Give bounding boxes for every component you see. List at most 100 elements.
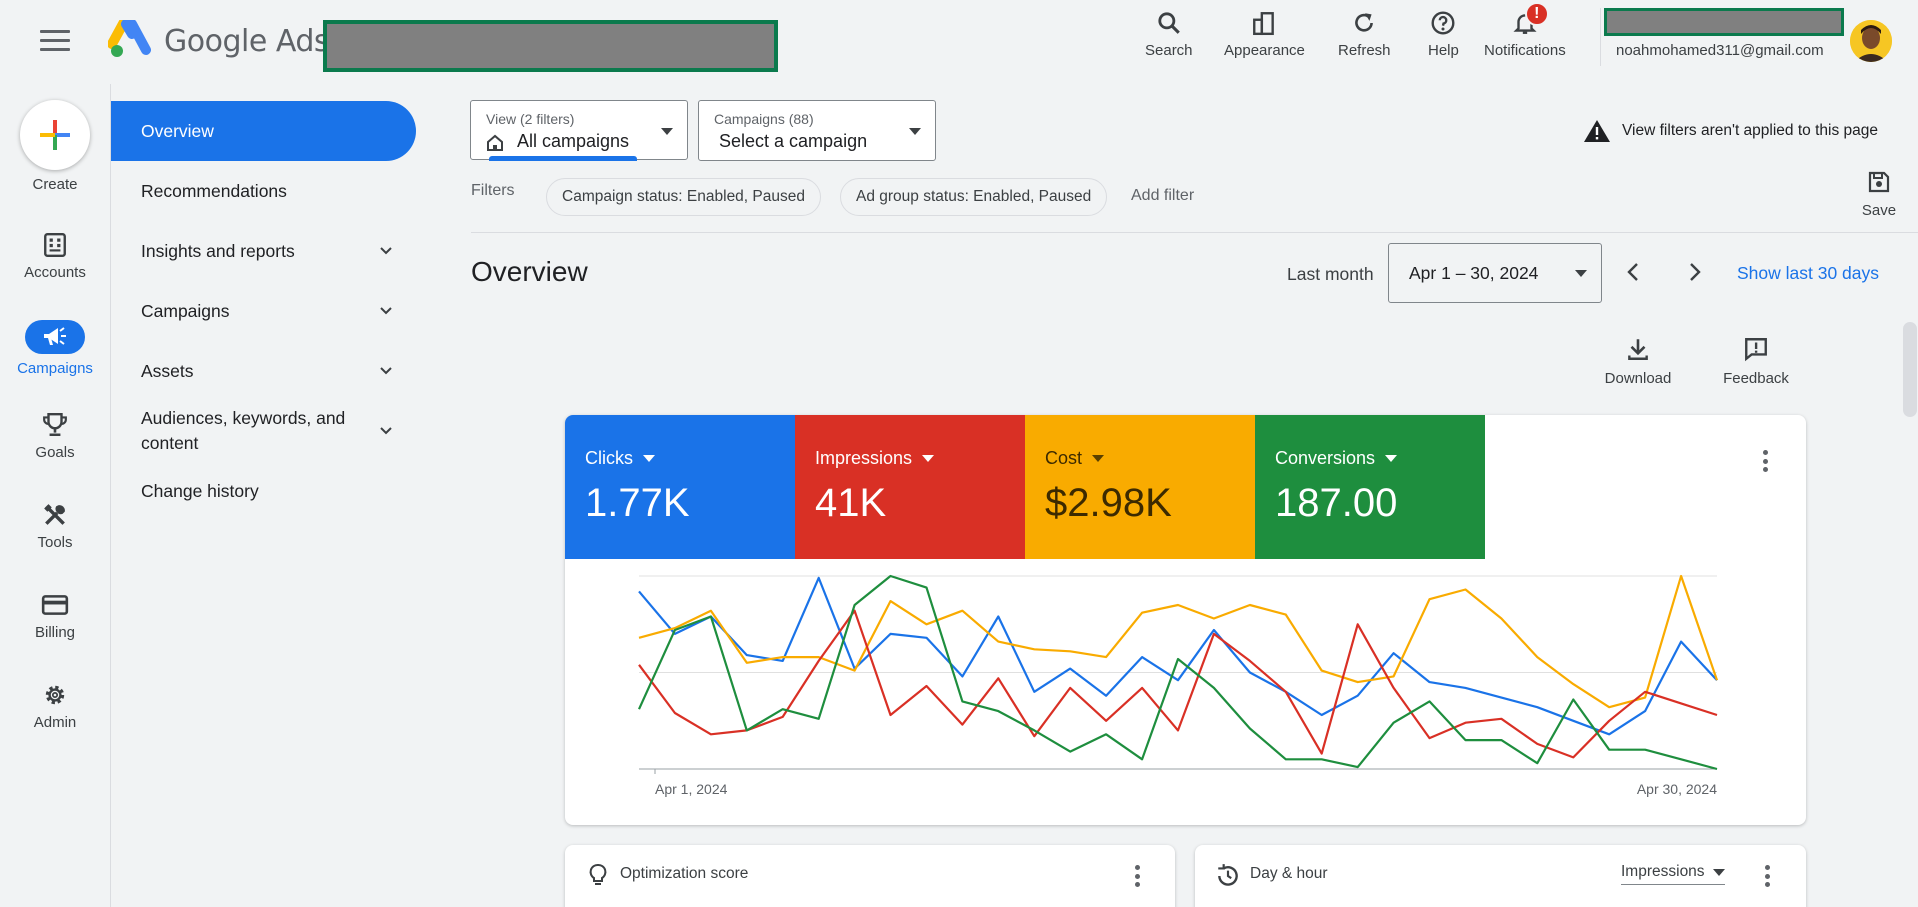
chevron-down-icon — [380, 307, 392, 315]
redacted-account-id — [1604, 8, 1844, 36]
nav-overview-label: Overview — [141, 120, 214, 141]
date-caret-icon — [1575, 270, 1587, 277]
next-period-icon[interactable] — [1682, 260, 1706, 284]
main-menu-button[interactable] — [40, 30, 70, 52]
date-range-picker[interactable]: Apr 1 – 30, 2024 — [1388, 243, 1602, 303]
nav-change-history-label: Change history — [141, 480, 259, 501]
view-active-indicator — [489, 156, 637, 161]
metric-tile-cost[interactable]: Cost $2.98K — [1025, 415, 1255, 559]
rail-goals[interactable]: Goals — [0, 412, 110, 461]
clicks-label: Clicks — [585, 448, 655, 469]
day-hour-card[interactable]: Day & hour Impressions — [1195, 845, 1806, 907]
page-title: Overview — [471, 256, 588, 287]
megaphone-icon — [44, 327, 66, 345]
nav-overview[interactable]: Overview — [111, 101, 416, 161]
clock-history-icon — [1218, 864, 1238, 886]
clicks-label-text: Clicks — [585, 448, 633, 468]
search-label: Search — [1145, 42, 1193, 59]
filter-chip-campaign-status[interactable]: Campaign status: Enabled, Paused — [546, 178, 821, 216]
metric-tile-impressions[interactable]: Impressions 41K — [795, 415, 1025, 559]
x-axis-start-label: Apr 1, 2024 — [655, 781, 728, 797]
nav-change-history[interactable]: Change history — [111, 476, 416, 506]
cost-value: $2.98K — [1045, 481, 1172, 525]
help-button[interactable]: Help — [1428, 10, 1459, 68]
metric-tile-clicks[interactable]: Clicks 1.77K — [565, 415, 795, 559]
day-hour-caret-icon — [1712, 868, 1725, 876]
create-plus — [20, 100, 90, 170]
nav-recommendations[interactable]: Recommendations — [111, 176, 416, 206]
overview-line-chart: Apr 1, 2024 Apr 30, 2024 — [637, 574, 1719, 797]
rail-admin[interactable]: Admin — [0, 682, 110, 731]
cost-caret-icon — [1092, 455, 1105, 462]
rail-billing[interactable]: Billing — [0, 592, 110, 641]
filters-divider — [471, 232, 1918, 233]
top-header: Google Ads Search Appearance Refresh Hel… — [0, 0, 1918, 82]
overview-chart-card: Clicks 1.77K Impressions 41K Cost $2.98K… — [565, 415, 1806, 825]
clicks-value: 1.77K — [585, 481, 690, 525]
help-icon — [1431, 11, 1455, 35]
filter-chip-adgroup-status[interactable]: Ad group status: Enabled, Paused — [840, 178, 1108, 216]
nav-campaigns[interactable]: Campaigns — [111, 296, 416, 326]
appearance-label: Appearance — [1224, 42, 1305, 59]
refresh-label: Refresh — [1338, 42, 1391, 59]
save-label: Save — [1861, 202, 1897, 219]
refresh-button[interactable]: Refresh — [1338, 10, 1391, 68]
rail-campaigns[interactable]: Campaigns — [0, 320, 110, 377]
redacted-account-name — [323, 20, 778, 72]
x-axis-end-label: Apr 30, 2024 — [1637, 781, 1717, 797]
optimization-more-options-icon[interactable] — [1135, 865, 1141, 887]
download-button[interactable]: Download — [1598, 336, 1678, 387]
rail-accounts[interactable]: Accounts — [0, 232, 110, 281]
view-filter-select[interactable]: View (2 filters) All campaigns — [470, 100, 688, 161]
search-button[interactable]: Search — [1145, 10, 1193, 68]
day-hour-metric-value: Impressions — [1621, 863, 1705, 880]
impressions-label-text: Impressions — [815, 448, 913, 468]
series-line-2[interactable] — [638, 609, 1718, 759]
nav-audiences[interactable]: Audiences, keywords, and content — [111, 404, 416, 458]
add-filter-button[interactable]: Add filter — [1131, 187, 1194, 205]
notifications-button[interactable]: ! Notifications — [1484, 2, 1566, 68]
show-last-30-days-link[interactable]: Show last 30 days — [1737, 263, 1879, 284]
account-email[interactable]: noahmohamed311@gmail.com — [1616, 42, 1824, 59]
rail-tools[interactable]: Tools — [0, 502, 110, 551]
plus-icon — [40, 120, 70, 150]
metric-tile-conversions[interactable]: Conversions 187.00 — [1255, 415, 1485, 559]
avatar[interactable] — [1850, 20, 1892, 62]
optimization-score-card[interactable]: Optimization score — [565, 845, 1175, 907]
cost-label-text: Cost — [1045, 448, 1083, 468]
store-icon — [487, 134, 503, 151]
chart-more-options-icon[interactable] — [1763, 450, 1769, 472]
view-filter-value: All campaigns — [517, 131, 630, 151]
nav-audiences-label: Audiences, keywords, and content — [141, 406, 345, 456]
conversions-label-text: Conversions — [1275, 448, 1376, 468]
warning-icon — [1584, 120, 1610, 142]
tools-label: Tools — [37, 534, 73, 551]
download-label: Download — [1604, 370, 1672, 387]
nav-campaigns-label: Campaigns — [141, 300, 230, 321]
nav-assets[interactable]: Assets — [111, 356, 416, 386]
chevron-down-icon — [380, 367, 392, 375]
nav-insights[interactable]: Insights and reports — [111, 236, 416, 266]
feedback-icon — [1745, 338, 1767, 362]
create-label: Create — [32, 176, 78, 193]
day-hour-more-options-icon[interactable] — [1765, 865, 1771, 887]
lightbulb-icon — [589, 864, 607, 885]
day-hour-metric-select[interactable]: Impressions — [1621, 863, 1725, 885]
campaign-select-value: Select a campaign — [719, 131, 868, 151]
filter-warning-text: View filters aren't applied to this page — [1622, 122, 1878, 139]
view-caret-icon — [661, 128, 673, 135]
impressions-label: Impressions — [815, 448, 935, 469]
appearance-button[interactable]: Appearance — [1224, 10, 1305, 68]
chevron-down-icon — [380, 247, 392, 255]
nav-audiences-line1: Audiences, keywords, and — [141, 408, 346, 428]
campaigns-rail-label: Campaigns — [17, 360, 93, 377]
conversions-value: 187.00 — [1275, 481, 1398, 525]
brand-name[interactable]: Google Ads — [164, 24, 330, 59]
page-scrollbar[interactable] — [1903, 322, 1917, 417]
accounts-label: Accounts — [24, 264, 86, 281]
create-button[interactable]: Create — [0, 100, 110, 193]
save-button[interactable]: Save — [1854, 170, 1904, 219]
feedback-button[interactable]: Feedback — [1716, 336, 1796, 387]
campaign-select[interactable]: Campaigns (88) Select a campaign — [698, 100, 936, 161]
previous-period-icon[interactable] — [1622, 260, 1646, 284]
